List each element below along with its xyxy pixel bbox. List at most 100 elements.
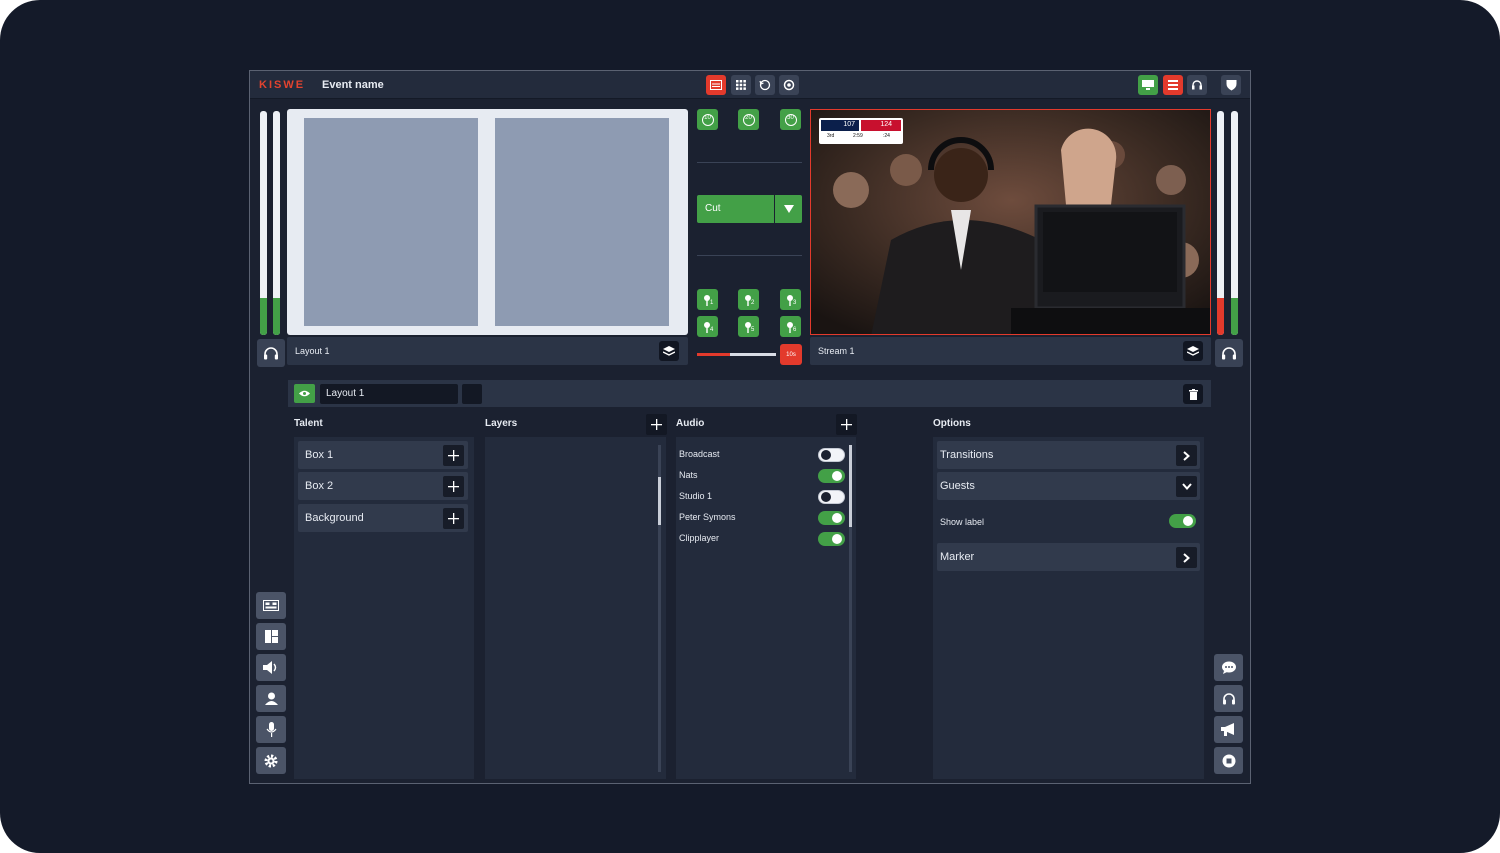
plus-icon	[448, 513, 459, 524]
vu-meter-left-1	[260, 111, 267, 335]
megaphone-icon	[1221, 723, 1234, 736]
headset-top-button[interactable]	[1187, 75, 1207, 95]
replay-icon	[759, 79, 771, 91]
audio-channel-toggle[interactable]	[818, 532, 845, 546]
transition-label: Cut	[705, 203, 721, 214]
headset-sidebar-button[interactable]	[1214, 685, 1243, 712]
options-panel: Transitions Guests Show label Marker	[933, 437, 1204, 779]
mic-1-button[interactable]: 1	[697, 289, 718, 310]
skip-20-label: 20	[745, 115, 752, 121]
audio-title: Audio	[676, 418, 705, 429]
editor-header: Layout 1	[288, 380, 1211, 407]
layout-sidebar-button[interactable]	[256, 623, 286, 650]
mic-6-button[interactable]: 6	[780, 316, 801, 337]
shot-clock: :24	[883, 133, 890, 139]
add-audio-button[interactable]	[836, 414, 857, 435]
preview-label: Layout 1	[295, 346, 330, 356]
talent-item-box-1[interactable]: Box 1	[298, 441, 468, 469]
mic-5-button[interactable]: 5	[738, 316, 759, 337]
program-layers-button[interactable]	[1183, 341, 1203, 361]
audio-channel-toggle[interactable]	[818, 448, 845, 462]
microphone-sidebar-button[interactable]	[256, 716, 286, 743]
talent-item-label: Box 2	[305, 480, 334, 492]
eye-icon	[299, 390, 310, 397]
preview-monitor[interactable]	[287, 109, 688, 335]
duration-button[interactable]: 10s	[780, 344, 802, 365]
grid-view-button[interactable]	[731, 75, 751, 95]
audio-scroll-thumb[interactable]	[849, 445, 852, 527]
audio-channel-row: Studio 1	[676, 489, 848, 505]
duration-slider-track[interactable]	[697, 353, 776, 356]
skip-10-label: 10	[704, 115, 711, 121]
chevron-down-button[interactable]	[1176, 476, 1197, 497]
replay-button[interactable]	[755, 75, 775, 95]
layers-scrollbar[interactable]	[658, 445, 661, 772]
talent-item-label: Background	[305, 512, 364, 524]
audio-channel-row: Nats	[676, 468, 848, 484]
app-window: KISWE Event name Layout 1 10 20 30 Cut 1…	[249, 70, 1251, 784]
talent-item-box-2[interactable]: Box 2	[298, 472, 468, 500]
vu-meter-right-1	[1217, 111, 1224, 335]
away-score: 124	[880, 121, 892, 128]
show-label-toggle[interactable]	[1169, 514, 1196, 528]
search-button[interactable]	[779, 75, 799, 95]
chevron-right-button[interactable]	[1176, 547, 1197, 568]
volume-icon	[263, 661, 277, 674]
show-label-text: Show label	[940, 517, 985, 527]
audio-channel-toggle[interactable]	[818, 511, 845, 525]
skip-30-button[interactable]: 30	[780, 109, 801, 130]
layers-scroll-thumb[interactable]	[658, 477, 661, 525]
program-headphones-button[interactable]	[1215, 339, 1243, 367]
add-talent-button[interactable]	[443, 476, 464, 497]
program-monitor[interactable]: 107 124 3rd 2:59 :24	[810, 109, 1211, 335]
add-talent-button[interactable]	[443, 445, 464, 466]
program-label: Stream 1	[818, 346, 855, 356]
event-name: Event name	[322, 79, 384, 91]
delete-layout-button[interactable]	[1183, 384, 1203, 404]
list-icon	[1168, 80, 1178, 90]
talent-item-background[interactable]: Background	[298, 504, 468, 532]
guests-option[interactable]: Guests	[937, 472, 1200, 500]
audio-channel-row: Peter Symons	[676, 510, 848, 526]
settings-sidebar-button[interactable]	[256, 747, 286, 774]
layout-name-value: Layout 1	[326, 388, 365, 399]
chevron-right-button[interactable]	[1176, 445, 1197, 466]
mic-4-button[interactable]: 4	[697, 316, 718, 337]
headphones-icon	[264, 347, 278, 360]
add-layer-button[interactable]	[646, 414, 667, 435]
talent-title: Talent	[294, 418, 323, 429]
skip-20-button[interactable]: 20	[738, 109, 759, 130]
list-button[interactable]	[1163, 75, 1183, 95]
plus-icon	[448, 450, 459, 461]
talent-panel: Box 1 Box 2 Background	[294, 437, 474, 779]
gear-icon	[264, 754, 278, 767]
volume-sidebar-button[interactable]	[256, 654, 286, 681]
add-talent-button[interactable]	[443, 508, 464, 529]
layout-icon	[264, 630, 278, 643]
audio-scrollbar[interactable]	[849, 445, 852, 772]
visibility-toggle-button[interactable]	[294, 384, 315, 403]
person-icon	[264, 692, 278, 705]
layout-color-button[interactable]	[462, 384, 482, 404]
transitions-option[interactable]: Transitions	[937, 441, 1200, 469]
preview-layers-button[interactable]	[659, 341, 679, 361]
transition-dropdown-button[interactable]	[775, 195, 802, 223]
mic-3-button[interactable]: 3	[780, 289, 801, 310]
scoreboard-toggle-button[interactable]	[706, 75, 726, 95]
skip-10-button[interactable]: 10	[697, 109, 718, 130]
audio-channel-toggle[interactable]	[818, 490, 845, 504]
record-sidebar-button[interactable]	[1214, 747, 1243, 774]
mic-2-button[interactable]: 2	[738, 289, 759, 310]
monitor-button[interactable]	[1138, 75, 1158, 95]
marker-option[interactable]: Marker	[937, 543, 1200, 571]
chat-sidebar-button[interactable]	[1214, 654, 1243, 681]
layout-name-input[interactable]: Layout 1	[320, 384, 458, 404]
announce-sidebar-button[interactable]	[1214, 716, 1243, 743]
headset-icon	[1222, 692, 1235, 704]
shield-button[interactable]	[1221, 75, 1241, 95]
cut-transition-button[interactable]: Cut	[697, 195, 774, 223]
scoreboard-sidebar-button[interactable]	[256, 592, 286, 619]
audio-channel-toggle[interactable]	[818, 469, 845, 483]
talent-sidebar-button[interactable]	[256, 685, 286, 712]
preview-headphones-button[interactable]	[257, 339, 285, 367]
